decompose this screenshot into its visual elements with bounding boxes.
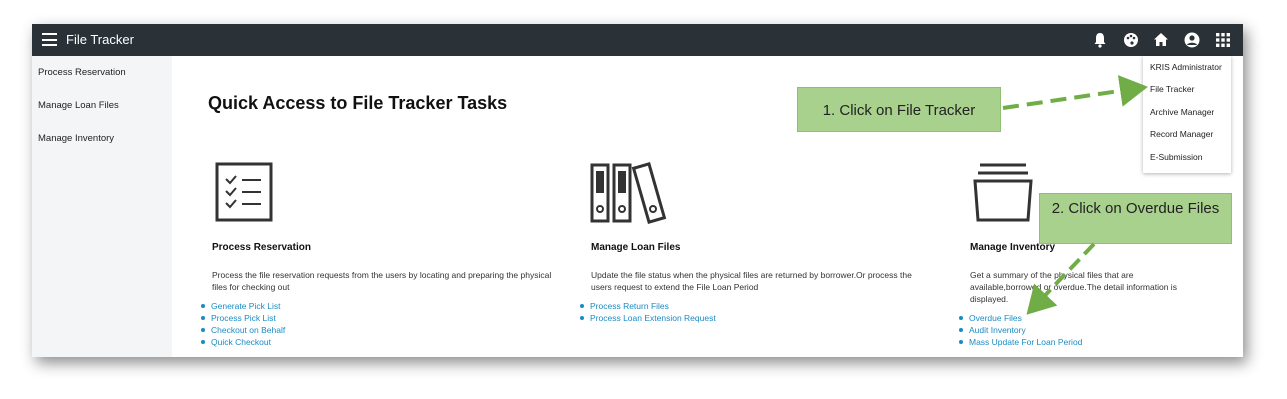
bell-icon[interactable] [1091, 31, 1109, 49]
callout-step-1: 1. Click on File Tracker [797, 87, 1001, 132]
callout-step-2: 2. Click on Overdue Files [1039, 193, 1232, 244]
home-icon[interactable] [1152, 31, 1170, 49]
card-links-manage-inventory: Overdue Files Audit Inventory Mass Updat… [959, 312, 1082, 348]
app-title: File Tracker [66, 32, 134, 47]
list-item: Checkout on Behalf [201, 324, 285, 336]
card-description: Update the file status when the physical… [591, 270, 912, 292]
menu-item-e-submission[interactable]: E-Submission [1150, 152, 1202, 162]
card-description: Get a summary of the physical files that… [970, 270, 1177, 304]
apps-grid-icon[interactable] [1214, 31, 1232, 49]
list-item: Generate Pick List [201, 300, 285, 312]
process-return-files-link[interactable]: Process Return Files [590, 301, 669, 311]
card-title-manage-loan-files: Manage Loan Files [591, 242, 681, 253]
checkout-on-behalf-link[interactable]: Checkout on Behalf [211, 325, 285, 335]
apps-dropdown-menu: KRIS Administrator File Tracker Archive … [1143, 56, 1231, 173]
top-navbar: File Tracker [32, 24, 1243, 56]
menu-item-record-manager[interactable]: Record Manager [1150, 129, 1213, 139]
process-loan-extension-request-link[interactable]: Process Loan Extension Request [590, 313, 716, 323]
sidebar-item-process-reservation[interactable]: Process Reservation [38, 67, 126, 78]
overdue-files-link[interactable]: Overdue Files [969, 313, 1022, 323]
generate-pick-list-link[interactable]: Generate Pick List [211, 301, 280, 311]
menu-item-archive-manager[interactable]: Archive Manager [1150, 107, 1214, 117]
card-title-process-reservation: Process Reservation [212, 242, 311, 253]
list-item: Mass Update For Loan Period [959, 336, 1082, 348]
sidebar: Process Reservation Manage Loan Files Ma… [32, 56, 172, 357]
audit-inventory-link[interactable]: Audit Inventory [969, 325, 1026, 335]
sidebar-item-manage-loan-files[interactable]: Manage Loan Files [38, 100, 119, 111]
card-links-manage-loan-files: Process Return Files Process Loan Extens… [580, 300, 716, 324]
checklist-icon [215, 162, 273, 222]
user-circle-icon[interactable] [1183, 31, 1201, 49]
page-title: Quick Access to File Tracker Tasks [208, 93, 508, 113]
list-item: Process Return Files [580, 300, 716, 312]
list-item: Quick Checkout [201, 336, 285, 348]
list-item: Process Pick List [201, 312, 285, 324]
list-item: Overdue Files [959, 312, 1082, 324]
mass-update-for-loan-period-link[interactable]: Mass Update For Loan Period [969, 337, 1082, 347]
menu-item-file-tracker[interactable]: File Tracker [1150, 84, 1194, 94]
hamburger-menu-icon[interactable] [42, 33, 57, 46]
process-pick-list-link[interactable]: Process Pick List [211, 313, 276, 323]
sidebar-item-manage-inventory[interactable]: Manage Inventory [38, 133, 114, 144]
palette-icon[interactable] [1122, 31, 1140, 49]
inventory-tray-icon [973, 163, 1033, 222]
card-description: Process the file reservation requests fr… [212, 270, 552, 292]
binders-icon [590, 162, 667, 224]
menu-item-kris-administrator[interactable]: KRIS Administrator [1150, 62, 1222, 72]
quick-checkout-link[interactable]: Quick Checkout [211, 337, 271, 347]
card-links-process-reservation: Generate Pick List Process Pick List Che… [201, 300, 285, 348]
app-window: File Tracker Process Reservation Manage … [32, 24, 1243, 357]
list-item: Audit Inventory [959, 324, 1082, 336]
list-item: Process Loan Extension Request [580, 312, 716, 324]
